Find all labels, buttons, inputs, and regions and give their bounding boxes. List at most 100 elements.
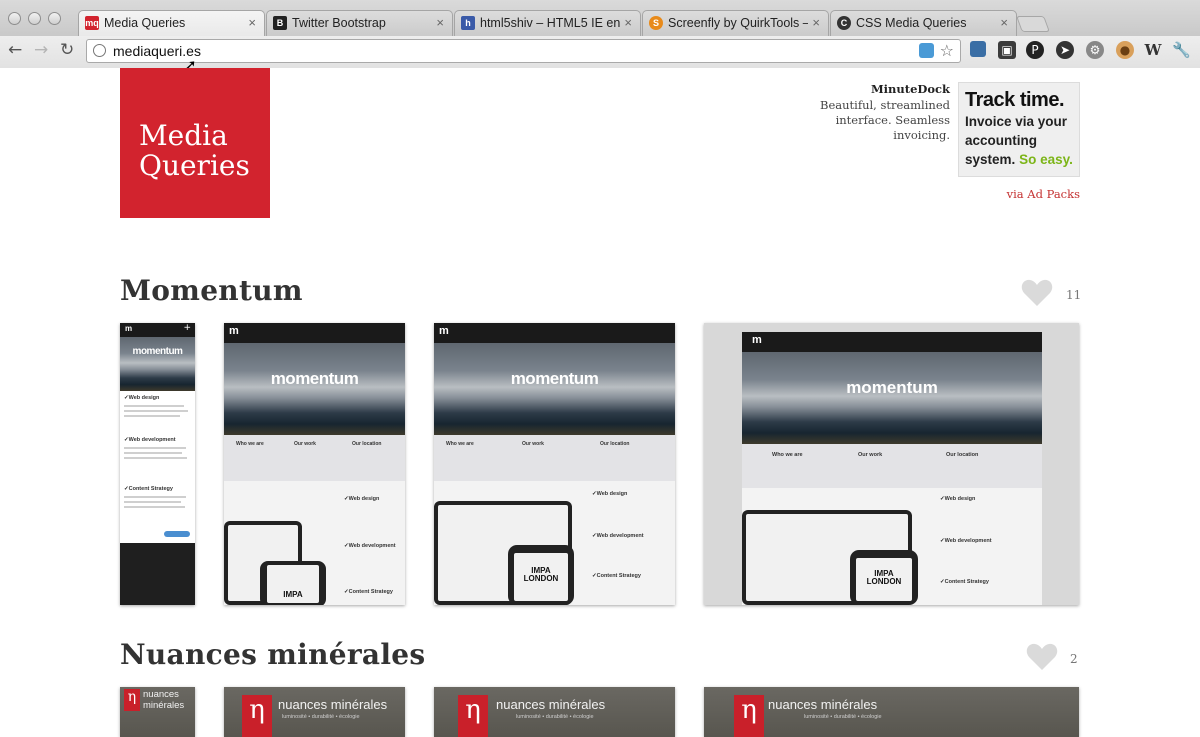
ad-image-line-2: Invoice via your	[965, 114, 1068, 129]
tab-label: CSS Media Queries	[856, 16, 967, 30]
ad-image-line-4a: system.	[965, 152, 1016, 167]
screenshot-laptop[interactable]: η nuances minérales luminosité • durabil…	[434, 687, 675, 737]
service-label: Web design	[592, 491, 628, 497]
close-window-button[interactable]	[8, 12, 21, 25]
wrench-icon[interactable]: 🔧	[1172, 41, 1191, 59]
tab-close-icon[interactable]: ×	[624, 15, 632, 30]
service-label: Web development	[344, 543, 396, 549]
zoom-window-button[interactable]	[48, 12, 61, 25]
ad-title-link[interactable]: MinuteDock	[871, 82, 950, 96]
back-arrow-icon[interactable]: ←	[8, 40, 22, 60]
layers-icon[interactable]	[970, 41, 986, 57]
browser-toolbar: ← → ↻ mediaqueri.es ☆ ▣ P ➤ ⚙ ● W 🔧	[0, 36, 1200, 68]
hero-title: momentum	[132, 346, 183, 357]
tab-label: Screenfly by QuirkTools — T	[668, 16, 808, 30]
tab-twitter-bootstrap[interactable]: B Twitter Bootstrap ×	[266, 10, 453, 36]
hero-title: momentum	[270, 369, 359, 388]
minimize-window-button[interactable]	[28, 12, 41, 25]
screenshot-desktop[interactable]: η nuances minérales luminosité • durabil…	[704, 687, 1079, 737]
service-label: Web development	[124, 437, 176, 443]
pinterest-icon[interactable]: P	[1026, 41, 1044, 59]
column-heading: Our work	[294, 441, 316, 447]
column-heading: Who we are	[446, 441, 474, 447]
ad-image-line-1: Track time.	[965, 89, 1065, 111]
ad-image-line-4b: So easy.	[1019, 152, 1073, 167]
logo-line-1: Media	[139, 119, 228, 152]
tab-close-icon[interactable]: ×	[248, 15, 256, 30]
service-label: Web design	[940, 496, 976, 502]
ad-image[interactable]: Track time. Invoice via your accounting …	[958, 82, 1080, 177]
tab-strip: mq Media Queries × B Twitter Bootstrap ×…	[0, 0, 1200, 36]
service-label: Content Strategy	[940, 579, 989, 585]
tab-close-icon[interactable]: ×	[812, 15, 820, 30]
like-count: 2	[1070, 652, 1078, 666]
screenshot-mobile[interactable]: η nuances minérales	[120, 687, 195, 737]
ad-packs-link[interactable]: via Ad Packs	[1007, 187, 1080, 201]
tab-css-media-queries[interactable]: C CSS Media Queries ×	[830, 10, 1017, 36]
tab-close-icon[interactable]: ×	[436, 15, 444, 30]
service-label: Web development	[940, 538, 992, 544]
shot-title: nuances minérales	[496, 697, 606, 712]
tab-media-queries[interactable]: mq Media Queries ×	[78, 10, 265, 36]
screenshot-laptop[interactable]: m momentum Who we are Our work Our locat…	[434, 323, 675, 605]
column-heading: Our work	[522, 441, 544, 447]
service-label: Content Strategy	[344, 589, 393, 595]
reload-icon[interactable]: ↻	[60, 40, 74, 60]
service-label: Content Strategy	[124, 486, 173, 492]
hero-title: momentum	[846, 378, 938, 397]
tab-html5shiv[interactable]: h html5shiv – HTML5 IE enable ×	[454, 10, 641, 36]
shot-title: nuances minérales	[278, 697, 388, 712]
column-heading: Who we are	[772, 452, 803, 458]
bookmark-star-icon[interactable]: ☆	[940, 41, 954, 60]
rocket-icon[interactable]: ➤	[1056, 41, 1074, 59]
screenshot-tablet[interactable]: η nuances minérales luminosité • durabil…	[224, 687, 405, 737]
shot-subtitle: luminosité • durabilité • écologie	[282, 714, 360, 720]
nuances-logo-icon: η	[734, 695, 764, 737]
tweet-extension-icon[interactable]	[919, 43, 934, 58]
evernote-icon[interactable]: ▣	[998, 41, 1016, 59]
gear-icon[interactable]: ⚙	[1086, 41, 1104, 59]
new-tab-button[interactable]	[1016, 16, 1050, 32]
tab-label: html5shiv – HTML5 IE enable	[480, 16, 620, 30]
column-heading: Our location	[946, 452, 979, 458]
service-label: Web design	[124, 395, 160, 401]
ad-image-line-3: accounting	[965, 133, 1038, 148]
like-count: 11	[1066, 288, 1082, 302]
service-label: Content Strategy	[592, 573, 641, 579]
phone-device-image: IMPA LONDON	[508, 545, 574, 605]
nuances-logo-icon: η	[458, 695, 488, 737]
screenshot-tablet[interactable]: m momentum Who we are Our work Our locat…	[224, 323, 405, 605]
shot-title: nuances minérales	[768, 697, 878, 712]
wikipedia-icon[interactable]: W	[1144, 41, 1162, 59]
tab-label: Twitter Bootstrap	[292, 16, 386, 30]
globe-icon	[93, 44, 106, 57]
logo-line-2: Queries	[139, 149, 250, 182]
phone-device-image: IMPA LONDON	[850, 550, 918, 605]
css-media-queries-favicon: C	[837, 16, 851, 30]
phone-device-image: IMPA	[260, 561, 326, 605]
tab-close-icon[interactable]: ×	[1000, 15, 1008, 30]
tab-label: Media Queries	[104, 16, 186, 30]
site-logo[interactable]: Media Queries	[120, 68, 270, 218]
ad-body-text: Beautiful, streamlined interface. Seamle…	[820, 98, 950, 142]
tab-screenfly[interactable]: S Screenfly by QuirkTools — T ×	[642, 10, 829, 36]
column-heading: Our location	[600, 441, 630, 447]
screenfly-favicon: S	[649, 16, 663, 30]
shot-title: nuances minérales	[143, 689, 185, 711]
media-queries-favicon: mq	[85, 16, 99, 30]
service-label: Web development	[592, 533, 644, 539]
forward-arrow-icon[interactable]: →	[34, 40, 48, 60]
site-title-nuances-minerales[interactable]: Nuances minérales	[120, 638, 425, 671]
address-bar[interactable]: mediaqueri.es ☆	[86, 39, 961, 63]
cookie-icon[interactable]: ●	[1116, 41, 1134, 59]
service-label: Web design	[344, 496, 380, 502]
screenshot-mobile[interactable]: m+ momentum Web design Web development C…	[120, 323, 195, 605]
heart-like-icon[interactable]	[1026, 643, 1058, 671]
heart-like-icon[interactable]	[1021, 279, 1053, 307]
hero-title: momentum	[510, 369, 599, 388]
screenshot-desktop[interactable]: m momentum Who we are Our work Our locat…	[704, 323, 1079, 605]
column-heading: Our location	[352, 441, 382, 447]
site-title-momentum[interactable]: Momentum	[120, 274, 303, 307]
nuances-logo-icon: η	[242, 695, 272, 737]
column-heading: Our work	[858, 452, 883, 458]
